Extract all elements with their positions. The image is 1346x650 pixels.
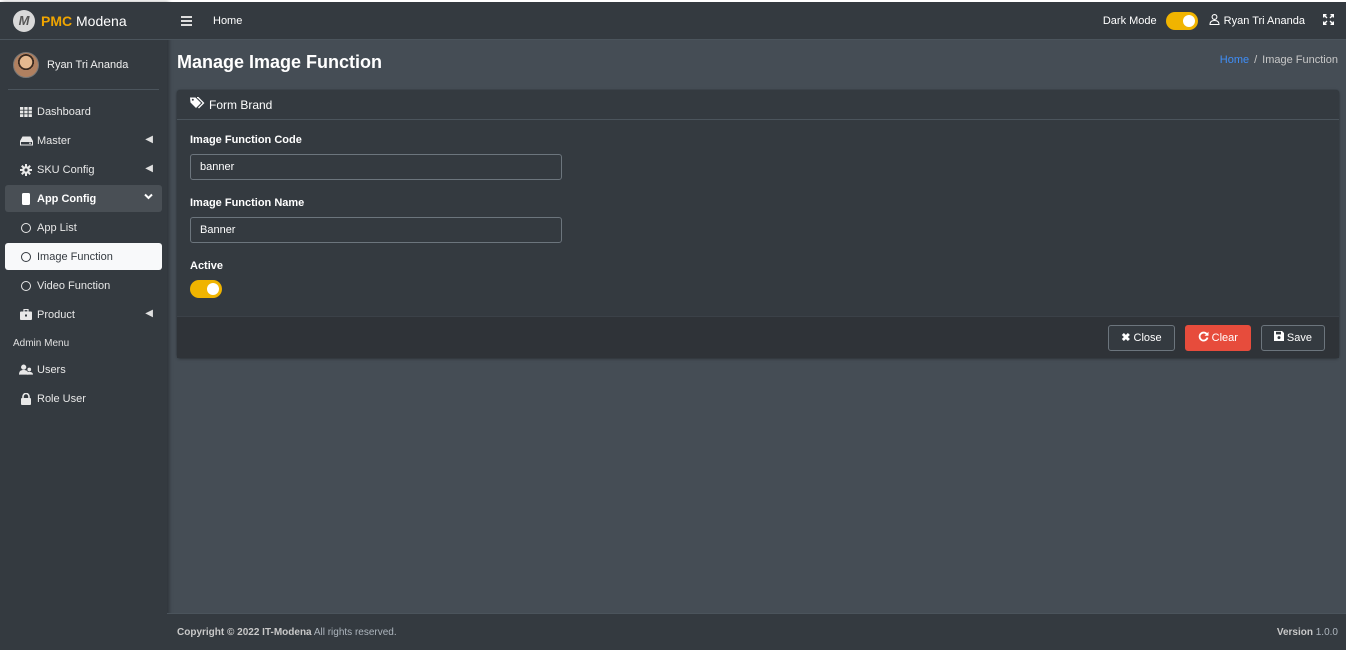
users-icon	[19, 364, 33, 375]
brand-text: PMC Modena	[41, 13, 127, 29]
image-function-code-input[interactable]: banner	[190, 154, 562, 180]
clear-button-label: Clear	[1211, 331, 1238, 344]
sidebar-item-label: Role User	[37, 392, 86, 405]
sidebar-item-label: App List	[37, 221, 77, 234]
card-header: Form Brand	[177, 90, 1339, 120]
sidebar-item-label: Image Function	[37, 250, 113, 263]
save-button[interactable]: Save	[1260, 324, 1325, 351]
sidebar-item-image-function[interactable]: Image Function	[5, 243, 162, 270]
top-nav-right: Dark Mode Ryan Tri Ananda	[1102, 11, 1346, 30]
user-name: Ryan Tri Ananda	[47, 58, 129, 71]
briefcase-icon	[19, 309, 33, 320]
mobile-icon	[19, 192, 33, 205]
active-label: Active	[190, 260, 224, 272]
chevron-left-icon: ◀	[145, 163, 153, 174]
circle-icon	[19, 222, 33, 233]
version-label: Version	[1276, 626, 1313, 638]
field-group-code: Image Function Code banner	[190, 134, 1326, 180]
save-button-label: Save	[1286, 331, 1312, 344]
sidebar-item-users[interactable]: Users	[5, 356, 162, 383]
sidebar-item-product[interactable]: Product ◀	[5, 301, 162, 328]
card-footer: ✖ Close Clear Save	[177, 316, 1339, 358]
brand-accent: PMC	[41, 12, 73, 29]
copyright-text: Copyright © 2022 IT-Modena	[177, 626, 312, 638]
name-label: Image Function Name	[190, 197, 305, 209]
floppy-icon	[1273, 331, 1284, 344]
sidebar-nav: Dashboard Master ◀ SKU Config ◀ App Conf…	[0, 90, 167, 412]
tags-icon	[190, 96, 205, 112]
brand-link[interactable]: M PMC Modena	[0, 2, 167, 40]
page-title: Manage Image Function	[177, 52, 383, 72]
card-body: Image Function Code banner Image Functio…	[177, 120, 1339, 298]
sidebar-item-app-config[interactable]: App Config	[5, 185, 162, 212]
user-panel[interactable]: Ryan Tri Ananda	[8, 40, 159, 90]
close-button-label: Close	[1133, 331, 1162, 344]
sidebar-item-sku-config[interactable]: SKU Config ◀	[5, 156, 162, 183]
top-user-name: Ryan Tri Ananda	[1223, 14, 1305, 27]
gear-icon	[19, 163, 33, 176]
brand-name: Modena	[76, 12, 127, 29]
field-group-active: Active	[190, 260, 1326, 298]
form-card: Form Brand Image Function Code banner Im…	[177, 90, 1339, 358]
sidebar-item-app-list[interactable]: App List	[5, 214, 162, 241]
close-icon: ✖	[1121, 332, 1131, 344]
top-navbar: Home Dark Mode Ryan Tri Ananda	[167, 2, 1346, 40]
page-footer: Copyright © 2022 IT-Modena All rights re…	[167, 613, 1346, 650]
sidebar-item-video-function[interactable]: Video Function	[5, 272, 162, 299]
grid-icon	[19, 106, 33, 117]
sidebar-header-admin: Admin Menu	[13, 337, 70, 349]
avatar	[13, 51, 39, 78]
sidebar: M PMC Modena Ryan Tri Ananda Dashboard M…	[0, 2, 167, 650]
close-button[interactable]: ✖ Close	[1108, 324, 1175, 351]
code-label: Image Function Code	[190, 134, 302, 146]
dark-mode-label: Dark Mode	[1102, 14, 1157, 27]
chevron-down-icon	[144, 192, 153, 203]
sidebar-item-dashboard[interactable]: Dashboard	[5, 98, 162, 125]
field-group-name: Image Function Name Banner	[190, 197, 1326, 243]
breadcrumb-home-link[interactable]: Home	[1220, 54, 1249, 66]
main-content: Manage Image Function Home / Image Functio…	[167, 40, 1346, 613]
lock-icon	[19, 392, 33, 405]
sidebar-item-label: Master	[37, 134, 71, 147]
footer-version: Version 1.0.0	[1277, 627, 1338, 638]
footer-copyright: Copyright © 2022 IT-Modena All rights re…	[177, 627, 397, 638]
sidebar-item-master[interactable]: Master ◀	[5, 127, 162, 154]
breadcrumb: Home / Image Function	[1220, 54, 1338, 66]
sidebar-item-role-user[interactable]: Role User	[5, 385, 162, 412]
circle-icon	[19, 251, 33, 262]
version-number: 1.0.0	[1312, 626, 1338, 638]
hdd-icon	[19, 136, 33, 146]
rights-text: All rights reserved.	[311, 626, 397, 638]
chevron-left-icon: ◀	[145, 308, 153, 319]
active-toggle[interactable]	[190, 280, 222, 298]
sidebar-item-label: SKU Config	[37, 163, 95, 176]
chevron-left-icon: ◀	[145, 134, 153, 145]
sidebar-item-label: Users	[37, 363, 66, 376]
dark-mode-toggle[interactable]	[1165, 11, 1198, 30]
top-nav-home-link[interactable]: Home	[213, 15, 242, 27]
brand-logo: M	[13, 9, 35, 32]
breadcrumb-separator: /	[1254, 54, 1258, 66]
menu-toggle-icon[interactable]	[181, 14, 192, 28]
image-function-name-input[interactable]: Banner	[190, 217, 562, 243]
sidebar-item-label: Video Function	[37, 279, 111, 292]
top-user-menu[interactable]: Ryan Tri Ananda	[1209, 13, 1305, 28]
clear-button[interactable]: Clear	[1184, 324, 1251, 351]
user-icon	[1209, 13, 1220, 28]
refresh-icon	[1198, 331, 1209, 345]
card-title: Form Brand	[209, 97, 273, 112]
sidebar-item-label: Dashboard	[37, 105, 91, 118]
fullscreen-icon[interactable]	[1323, 13, 1334, 28]
sidebar-item-label: Product	[37, 308, 75, 321]
breadcrumb-current: Image Function	[1262, 54, 1338, 66]
sidebar-item-label: App Config	[37, 192, 97, 205]
circle-icon	[19, 280, 33, 291]
